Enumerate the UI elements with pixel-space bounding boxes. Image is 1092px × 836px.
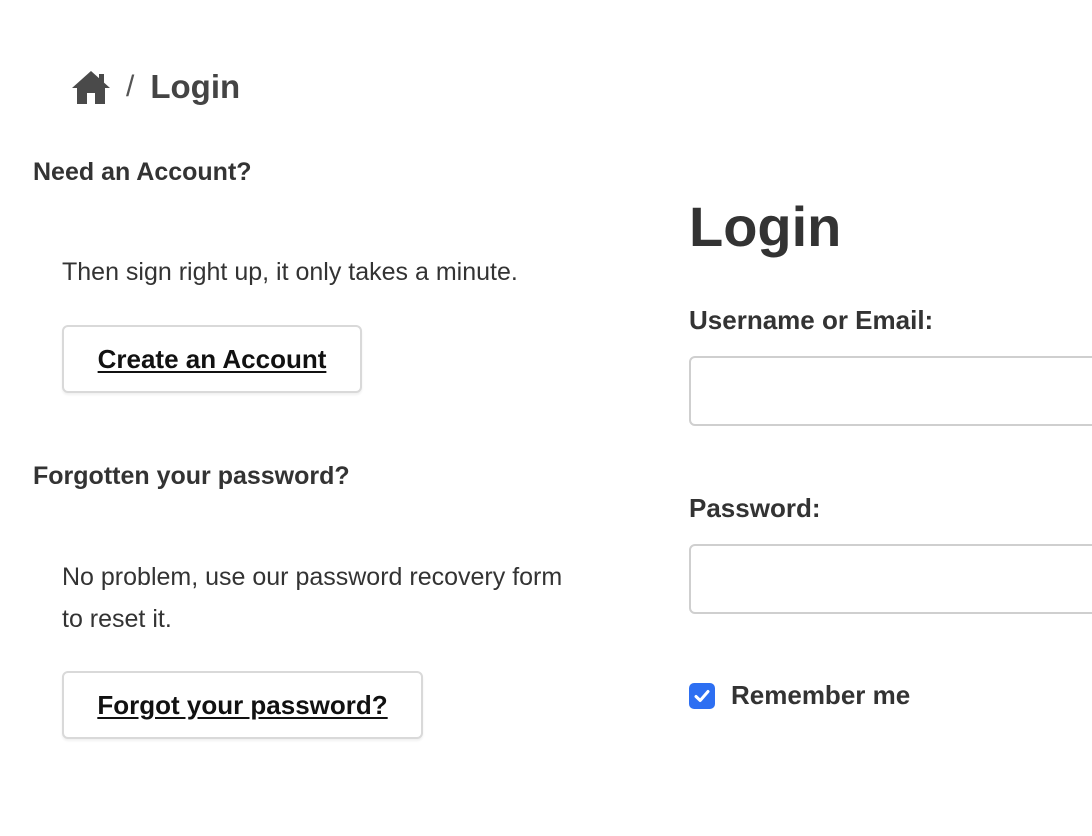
remember-me-checkbox[interactable] [689, 682, 715, 709]
recovery-text: No problem, use our password recovery fo… [62, 563, 563, 633]
home-icon[interactable] [70, 68, 112, 106]
remember-me-label: Remember me [731, 680, 911, 710]
login-page: / Login Need an Account? Then sign right… [0, 0, 1092, 836]
forgot-password-button[interactable]: Forgot your password? [62, 671, 423, 739]
checkmark-icon [694, 689, 710, 702]
breadcrumb-current: Login [150, 68, 241, 105]
password-input[interactable] [689, 544, 1092, 614]
login-title: Login [689, 195, 842, 258]
breadcrumb: / Login [70, 64, 240, 110]
password-label: Password: [689, 493, 821, 523]
recovery-heading: Forgotten your password? [33, 462, 350, 490]
breadcrumb-separator: / [126, 70, 135, 103]
username-label: Username or Email: [689, 305, 934, 335]
create-account-button[interactable]: Create an Account [62, 325, 362, 393]
username-input[interactable] [689, 356, 1092, 426]
remember-me-row: Remember me [689, 680, 910, 711]
signup-heading: Need an Account? [33, 158, 252, 186]
signup-text: Then sign right up, it only takes a minu… [62, 258, 518, 286]
